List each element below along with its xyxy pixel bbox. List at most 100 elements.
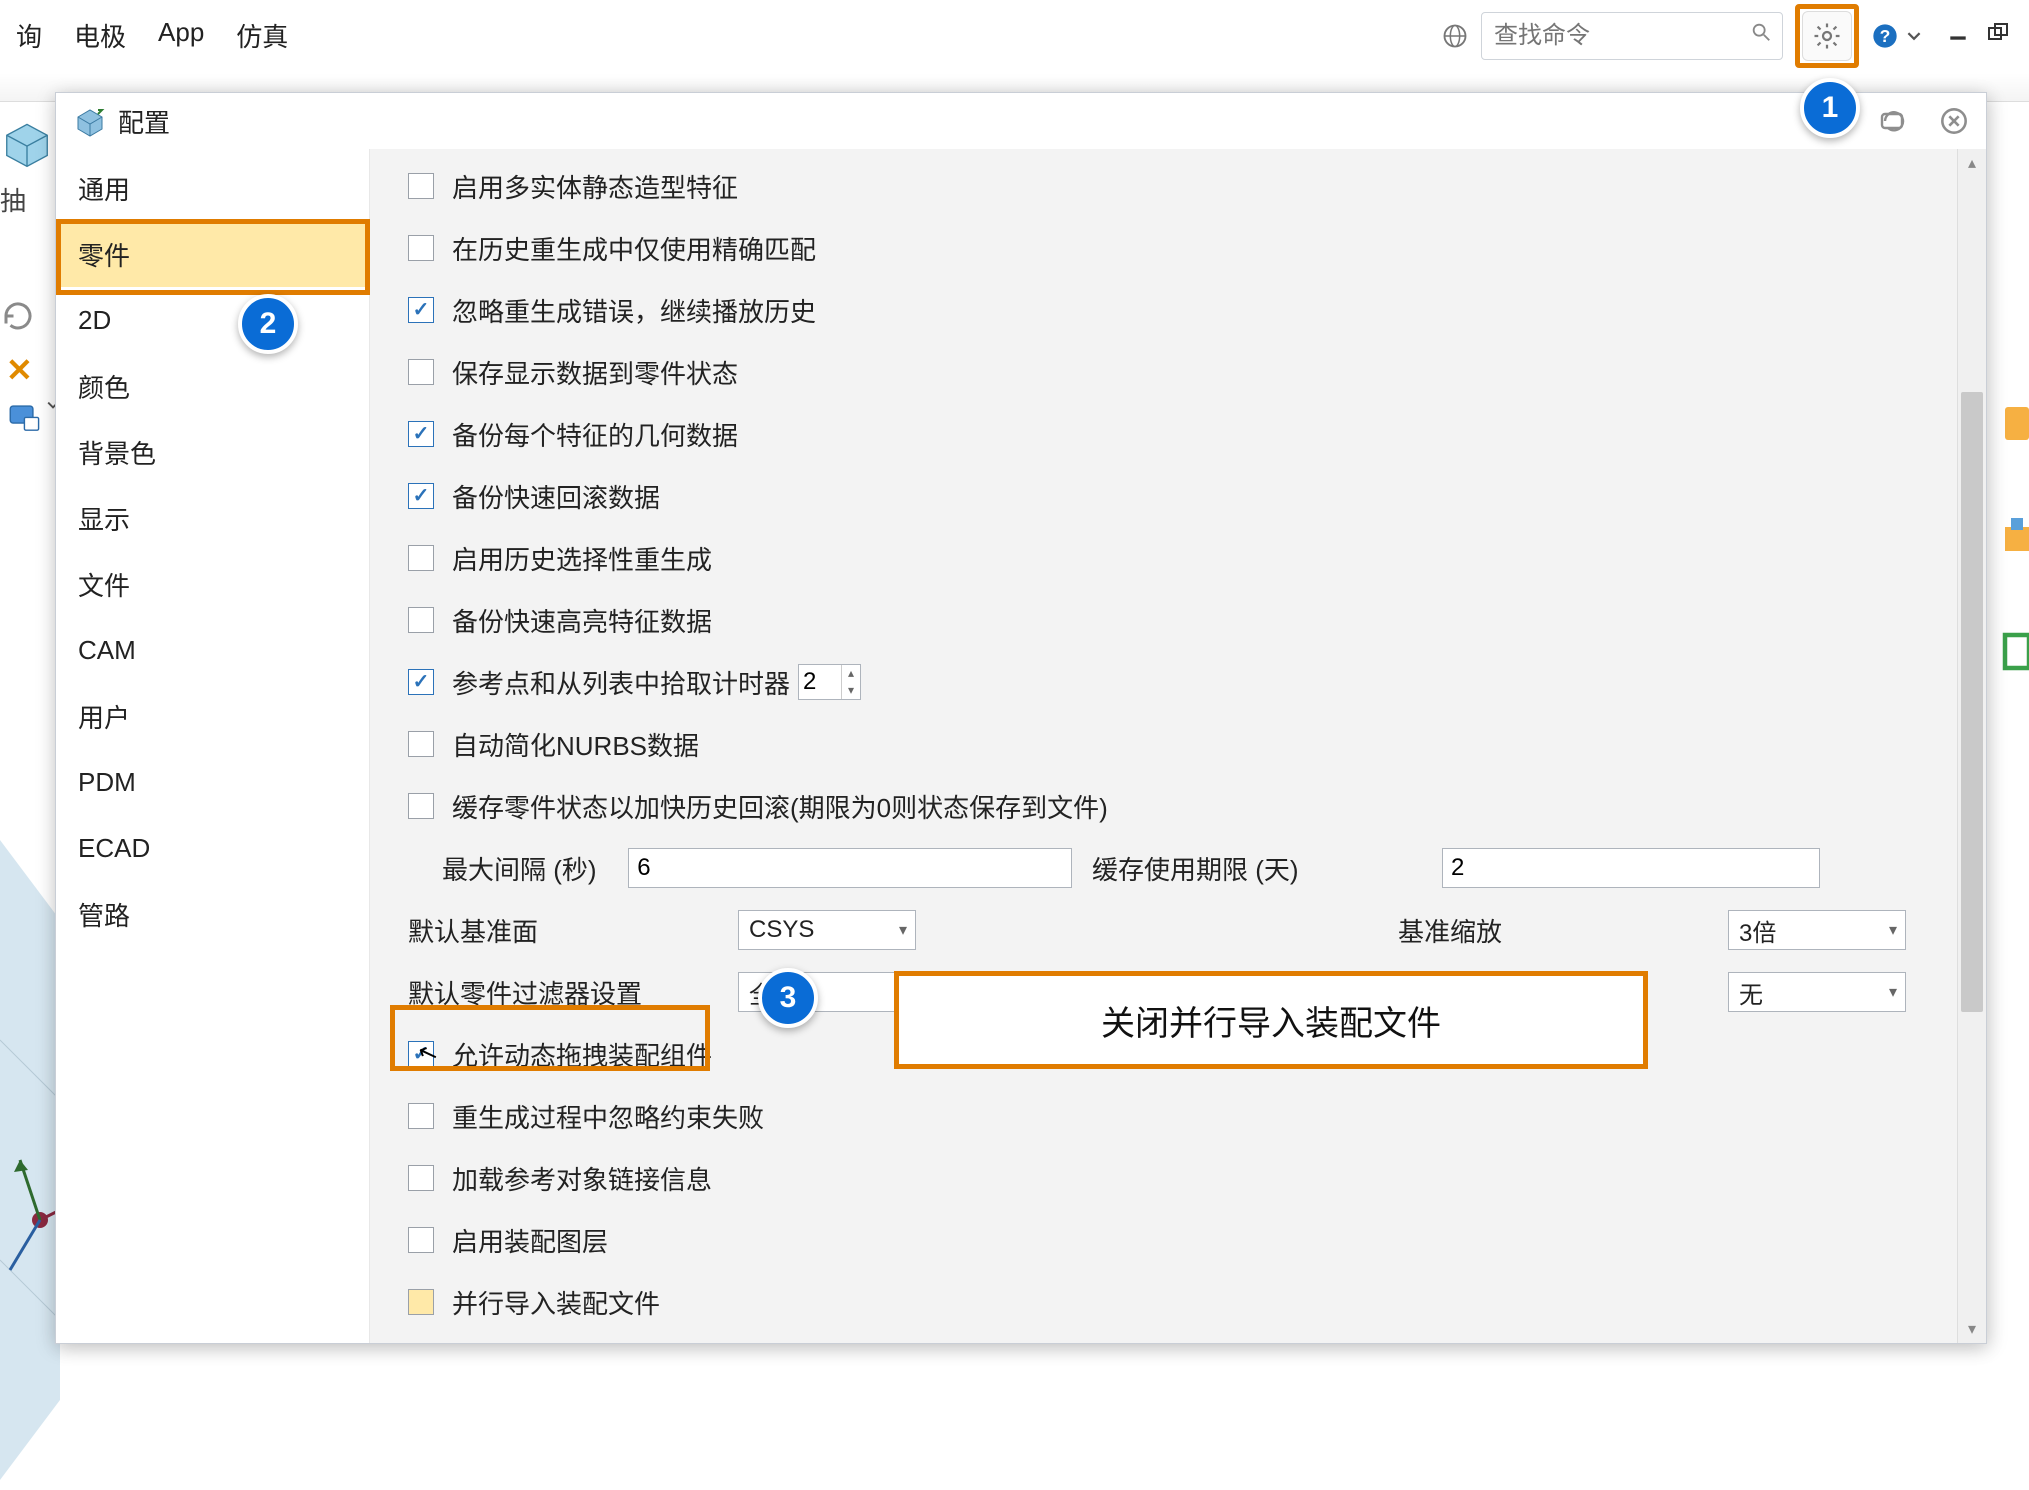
chevron-down-icon: ▾ [1889, 920, 1897, 940]
checkbox-parallel-import[interactable] [408, 1289, 434, 1315]
form-label: 基准缩放 [1398, 912, 1728, 949]
form-label: 默认基准面 [408, 912, 738, 949]
svg-text:?: ? [1880, 25, 1891, 45]
checkbox[interactable] [408, 793, 434, 819]
checkbox[interactable] [408, 1165, 434, 1191]
nav-item-color[interactable]: 颜色 [56, 353, 369, 419]
top-menu-bar: 询 电极 App 仿真 ? [0, 8, 2029, 63]
dock-item-3-icon[interactable] [1999, 623, 2029, 677]
checkbox[interactable] [408, 297, 434, 323]
option-label: 加载参考对象链接信息 [452, 1160, 712, 1197]
config-content: 启用多实体静态造型特征 在历史重生成中仅使用精确匹配 忽略重生成错误，继续播放历… [370, 149, 1986, 1343]
minimize-icon[interactable] [1947, 21, 1969, 50]
nav-item-part[interactable]: 零件 [56, 221, 369, 287]
checkbox[interactable] [408, 359, 434, 385]
spinner-input[interactable] [799, 665, 841, 699]
checkbox[interactable] [408, 669, 434, 695]
step-circle-1: 1 [1800, 78, 1860, 138]
option-label: 重生成过程中忽略约束失败 [452, 1098, 764, 1135]
config-nav: 通用 零件 2D 颜色 背景色 显示 文件 CAM 用户 PDM ECAD 管路 [56, 149, 370, 1343]
globe-icon[interactable] [1441, 22, 1469, 50]
menu-item[interactable]: 仿真 [220, 7, 304, 64]
nav-item-2d[interactable]: 2D [56, 287, 369, 353]
interval-input[interactable] [628, 848, 1072, 888]
close-button[interactable] [1940, 107, 1968, 135]
option-label: 允许动态拖拽装配组件 [452, 1036, 712, 1073]
nav-item-user[interactable]: 用户 [56, 683, 369, 749]
config-dialog: 配置 通用 零件 2D 颜色 背景色 显示 文件 CAM 用户 PDM ECAD… [55, 92, 1987, 1344]
checkbox[interactable] [408, 607, 434, 633]
nav-item-ecad[interactable]: ECAD [56, 815, 369, 881]
spin-up-icon[interactable]: ▴ [841, 665, 860, 682]
form-label: 默认零件过滤器设置 [408, 974, 738, 1011]
ribbon-fragment-label: 抽 [0, 181, 60, 218]
checkbox[interactable] [408, 731, 434, 757]
nav-item-cam[interactable]: CAM [56, 617, 369, 683]
chevron-down-icon: ▾ [899, 920, 907, 940]
option-label: 缓存零件状态以加快历史回滚(期限为0则状态保存到文件) [452, 788, 1108, 825]
checkbox[interactable] [408, 1103, 434, 1129]
menu-item[interactable]: 电极 [58, 7, 142, 64]
datum-scale-select[interactable]: 3倍▾ [1728, 910, 1906, 950]
option-label: 备份快速回滚数据 [452, 478, 660, 515]
spin-down-icon[interactable]: ▾ [841, 682, 860, 699]
refresh-icon[interactable] [0, 298, 36, 334]
command-search-input[interactable] [1492, 21, 1750, 51]
form-label: 最大间隔 (秒) [442, 850, 628, 887]
settings-button[interactable] [1802, 11, 1852, 61]
checkbox[interactable] [408, 235, 434, 261]
step-circle-2: 2 [238, 294, 298, 354]
chevron-down-icon: ▾ [1889, 982, 1897, 1002]
default-plane-select[interactable]: CSYS▾ [738, 910, 916, 950]
nav-item-file[interactable]: 文件 [56, 551, 369, 617]
dock-item-1-icon[interactable] [1999, 395, 2029, 449]
option-label: 启用历史选择性重生成 [452, 540, 712, 577]
checkbox[interactable] [408, 483, 434, 509]
gear-icon [1812, 21, 1842, 51]
checkbox[interactable] [408, 173, 434, 199]
viewport-model-fragment [0, 840, 60, 1490]
dock-item-2-icon[interactable] [1999, 509, 2029, 563]
nav-item-pdm[interactable]: PDM [56, 749, 369, 815]
help-icon[interactable]: ? [1871, 22, 1899, 50]
option-label: 备份每个特征的几何数据 [452, 416, 738, 453]
nav-item-bgcolor[interactable]: 背景色 [56, 419, 369, 485]
nav-item-display[interactable]: 显示 [56, 485, 369, 551]
checkbox[interactable] [408, 421, 434, 447]
spinner[interactable]: ▴▾ [798, 664, 861, 700]
nav-item-general[interactable]: 通用 [56, 155, 369, 221]
callout-1-box [1795, 4, 1859, 68]
search-icon[interactable] [1750, 21, 1772, 50]
option-label: 忽略重生成错误，继续播放历史 [452, 292, 816, 329]
chevron-down-icon[interactable] [1907, 22, 1921, 50]
3d-object-icon[interactable] [0, 115, 54, 169]
nav-item-pipe[interactable]: 管路 [56, 881, 369, 947]
option-label: 保存显示数据到零件状态 [452, 354, 738, 391]
form-label: 缓存使用期限 (天) [1092, 850, 1442, 887]
checkbox[interactable] [408, 1227, 434, 1253]
reset-button[interactable] [1880, 107, 1910, 135]
restore-icon[interactable] [1987, 21, 2011, 50]
menu-item[interactable]: 询 [0, 7, 58, 64]
scroll-up-icon[interactable]: ▴ [1958, 149, 1986, 177]
component-update-select[interactable]: 无▾ [1728, 972, 1906, 1012]
command-search[interactable] [1481, 12, 1783, 60]
vertical-scrollbar[interactable]: ▴ ▾ [1957, 149, 1986, 1343]
right-dock [1999, 395, 2029, 737]
left-toolbar-fragment: 抽 ✕ [0, 115, 60, 440]
x-icon[interactable]: ✕ [6, 351, 60, 389]
scroll-down-icon[interactable]: ▾ [1958, 1315, 1986, 1343]
option-label: 自动简化NURBS数据 [452, 726, 699, 763]
tree-icon[interactable] [6, 399, 60, 440]
scroll-thumb[interactable] [1961, 392, 1983, 1012]
callout-3-label: 关闭并行导入装配文件 [894, 971, 1648, 1069]
option-label: 启用装配图层 [452, 1222, 608, 1259]
checkbox[interactable] [408, 545, 434, 571]
step-circle-3: 3 [758, 968, 818, 1028]
scroll-track[interactable] [1958, 177, 1986, 1315]
option-label: 启用多实体静态造型特征 [452, 168, 738, 205]
config-icon [74, 105, 106, 137]
menu-item[interactable]: App [142, 7, 220, 64]
option-label-parallel-import: 并行导入装配文件 [452, 1284, 660, 1321]
cache-days-input[interactable] [1442, 848, 1820, 888]
